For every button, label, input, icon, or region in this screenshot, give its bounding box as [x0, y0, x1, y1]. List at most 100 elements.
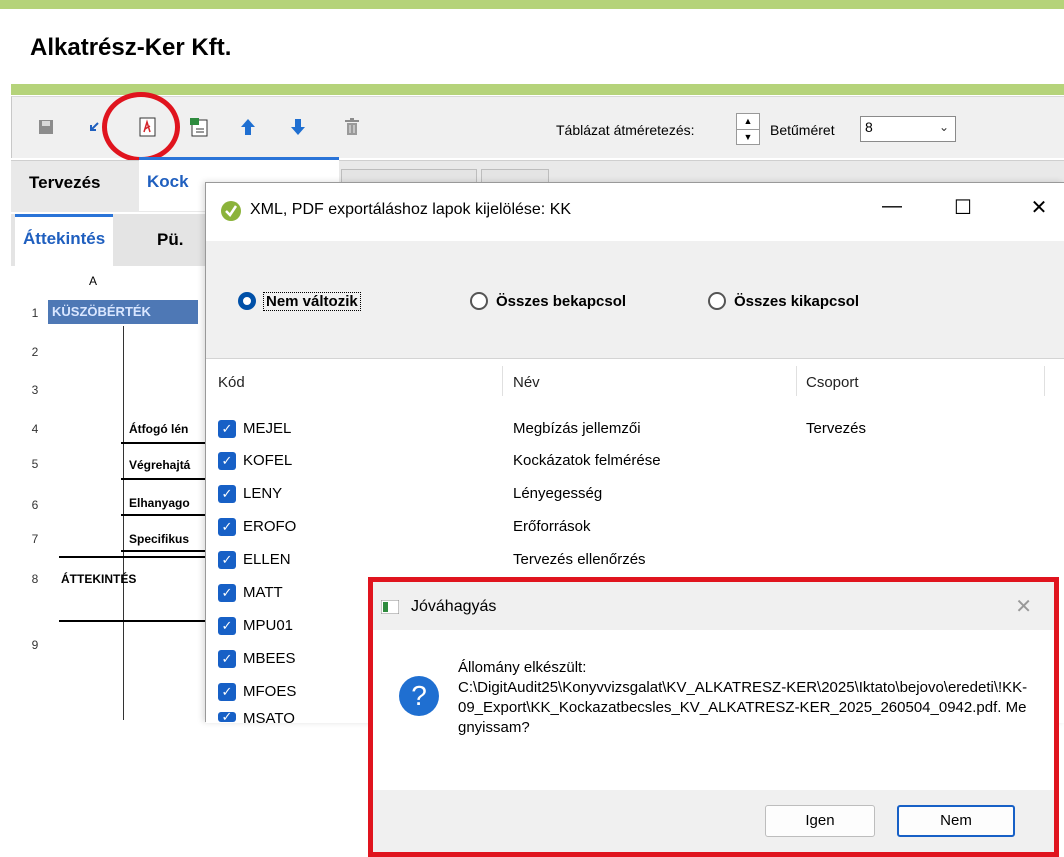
checkbox-checked-icon[interactable]: ✓ [218, 683, 236, 701]
grid-line [121, 478, 206, 480]
checkbox-checked-icon[interactable]: ✓ [218, 617, 236, 635]
column-header-kod[interactable]: Kód [218, 374, 245, 391]
cell-vegrehajtasi: Végrehajtá [129, 458, 191, 472]
checkbox-checked-icon[interactable]: ✓ [218, 712, 236, 722]
list-item[interactable]: ✓ MEJEL Megbízás jellemzői Tervezés [206, 418, 1064, 450]
window-icon [380, 599, 400, 619]
confirm-dialog-title: Jóváhagyás [411, 598, 497, 615]
checkbox-checked-icon[interactable]: ✓ [218, 650, 236, 668]
message-line: Állomány elkészült: [458, 659, 587, 676]
tab-pu[interactable]: Pü. [149, 218, 191, 262]
radio-empty-icon [470, 292, 488, 310]
spreadsheet: A 1 2 3 4 5 6 7 8 9 Átfogó lén Végrehajt… [11, 266, 206, 720]
cell-atfogo: Átfogó lén [129, 422, 189, 436]
close-icon[interactable]: ✕ [1024, 195, 1054, 220]
item-code: EROFO [243, 518, 297, 535]
checkbox-checked-icon[interactable]: ✓ [218, 420, 236, 438]
radio-label: Összes bekapcsol [496, 292, 627, 310]
save-icon[interactable] [36, 117, 56, 137]
row-number: 2 [31, 345, 39, 359]
question-icon: ? [399, 676, 439, 716]
spin-up-icon[interactable]: ▲ [737, 114, 759, 129]
column-header-a: A [89, 274, 98, 288]
item-code: MPU01 [243, 617, 294, 634]
list-item[interactable]: ✓ LENY Lényegesség [206, 483, 1064, 515]
minimize-icon[interactable]: — [877, 195, 907, 218]
row-number: 5 [31, 457, 39, 471]
no-button[interactable]: Nem [897, 805, 1015, 837]
font-size-value: 8 [865, 119, 873, 135]
maximize-icon[interactable]: ☐ [948, 195, 978, 220]
radio-osszes-bekapcsol[interactable]: Összes bekapcsol [470, 292, 626, 310]
item-code: MFOES [243, 683, 297, 700]
yes-button[interactable]: Igen [765, 805, 875, 837]
undo-icon[interactable] [84, 117, 104, 137]
export-dialog-title: XML, PDF exportáláshoz lapok kijelölése:… [250, 201, 572, 218]
column-separator [1044, 366, 1045, 396]
xml-export-icon[interactable] [188, 117, 208, 137]
grid-line [59, 620, 206, 622]
row-number: 3 [31, 383, 39, 397]
checkbox-checked-icon[interactable]: ✓ [218, 485, 236, 503]
radio-empty-icon [708, 292, 726, 310]
pdf-highlight-circle [102, 92, 180, 162]
grid-line [59, 556, 206, 558]
app-logo-icon [220, 200, 242, 227]
column-header-csoport[interactable]: Csoport [806, 374, 859, 391]
item-code: ELLEN [243, 551, 291, 568]
checkbox-checked-icon[interactable]: ✓ [218, 584, 236, 602]
item-code: KOFEL [243, 452, 293, 469]
close-icon[interactable]: ✕ [1015, 594, 1032, 619]
arrow-up-icon[interactable] [238, 117, 258, 137]
tab-tervezes[interactable]: Tervezés [21, 161, 109, 205]
grid-line [121, 514, 206, 516]
header-accent-bar [11, 84, 1064, 95]
radio-label: Összes kikapcsol [734, 292, 860, 310]
item-code: MSATO [243, 710, 295, 727]
chevron-down-icon: ⌄ [938, 120, 949, 134]
arrow-down-icon[interactable] [288, 117, 308, 137]
column-separator [502, 366, 503, 396]
column-separator [796, 366, 797, 396]
radio-osszes-kikapcsol[interactable]: Összes kikapcsol [708, 292, 859, 310]
item-name: Erőforrások [513, 518, 591, 535]
radio-nem-valtozik[interactable]: Nem változik [238, 291, 361, 311]
cell-elhanyagolhato: Elhanyago [129, 496, 190, 510]
font-size-label: Betűméret [770, 122, 835, 138]
confirm-dialog: Jóváhagyás ✕ ? Állomány elkészült: C:\Di… [368, 577, 1059, 857]
item-code: MEJEL [243, 420, 292, 437]
grid-line [121, 442, 206, 444]
row-number: 4 [31, 422, 39, 436]
sub-tabs: Áttekintés Pü. [11, 214, 211, 266]
row-number: 9 [31, 638, 39, 652]
confirm-message: Állomány elkészült: C:\DigitAudit25\Kony… [458, 658, 1028, 738]
item-code: MBEES [243, 650, 296, 667]
confirm-body: ? Állomány elkészült: C:\DigitAudit25\Ko… [373, 630, 1054, 790]
app-title: Alkatrész-Ker Kft. [30, 34, 232, 61]
list-item[interactable]: ✓ KOFEL Kockázatok felmérése [206, 450, 1064, 482]
checkbox-checked-icon[interactable]: ✓ [218, 518, 236, 536]
radio-label: Nem változik [263, 291, 361, 311]
row-number: 6 [31, 498, 39, 512]
threshold-header-cell: KÜSZÖBÉRTÉK [48, 300, 198, 324]
row-number: 8 [31, 572, 39, 586]
item-name: Lényegesség [513, 485, 603, 502]
column-header-nev[interactable]: Név [513, 374, 540, 391]
tab-attekintes[interactable]: Áttekintés [15, 214, 114, 266]
resize-spinner[interactable]: ▲ ▼ [736, 113, 760, 145]
trash-icon[interactable] [342, 117, 362, 137]
message-path: C:\DigitAudit25\Konyvvizsgalat\KV_ALKATR… [458, 679, 1028, 736]
cell-specifikus: Specifikus [129, 532, 190, 546]
item-code: LENY [243, 485, 283, 502]
font-size-select[interactable]: 8 ⌄ [860, 116, 956, 142]
item-name: Kockázatok felmérése [513, 452, 661, 469]
list-item[interactable]: ✓ EROFO Erőforrások [206, 516, 1064, 548]
checkbox-checked-icon[interactable]: ✓ [218, 551, 236, 569]
cell-attekintes: ÁTTEKINTÉS [61, 572, 137, 586]
checkbox-checked-icon[interactable]: ✓ [218, 452, 236, 470]
grid-line [121, 550, 206, 552]
radio-selected-icon [238, 292, 256, 310]
item-group: Tervezés [806, 420, 867, 437]
spin-down-icon[interactable]: ▼ [737, 129, 759, 144]
grid-line [123, 326, 124, 720]
